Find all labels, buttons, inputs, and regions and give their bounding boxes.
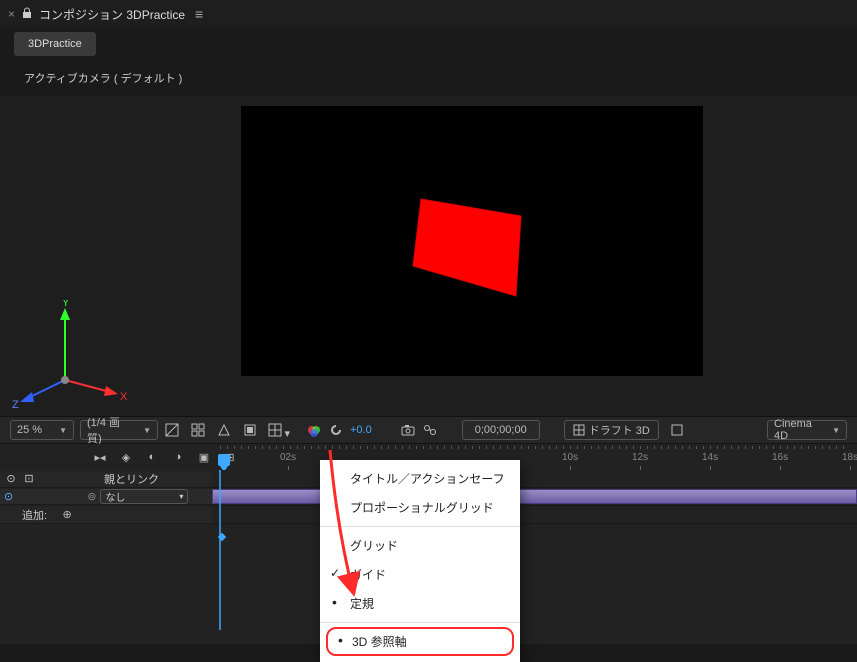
draft-3d-label: ドラフト 3D xyxy=(589,422,650,438)
shy-icon[interactable]: ▸◂ xyxy=(92,449,108,465)
time-tick: 12s xyxy=(632,452,648,463)
time-tick: 18s xyxy=(842,452,857,463)
view-option-icons: ▾ xyxy=(164,422,284,438)
red-3d-layer[interactable] xyxy=(411,196,541,306)
playhead-line[interactable] xyxy=(219,470,221,630)
alpha-icon[interactable] xyxy=(164,422,180,438)
menu-rulers[interactable]: 定規 xyxy=(320,589,520,618)
axis-y-label: Y xyxy=(62,300,70,309)
time-tick: 14s xyxy=(702,452,718,463)
lock-icon[interactable] xyxy=(21,7,33,22)
grid-overlay-menu: タイトル／アクションセーフ プロポーショナルグリッド グリッド ガイド 定規 3… xyxy=(320,460,520,662)
layer-row-left[interactable]: ⊙ ⊚ なし ▾ xyxy=(0,489,212,505)
av-icon[interactable]: ◈ xyxy=(118,449,134,465)
reset-exposure-icon[interactable] xyxy=(328,422,344,438)
add-plus-icon[interactable]: ⊕ xyxy=(59,507,75,523)
timecode-value: 0;00;00;00 xyxy=(475,424,527,436)
3d-icon[interactable]: ▣ xyxy=(196,449,212,465)
draft-3d-toggle[interactable]: ドラフト 3D xyxy=(564,420,659,440)
exposure-value[interactable]: +0.0 xyxy=(350,424,372,436)
viewport-toolbar: 25 % ▼ (1/4 画質) ▼ ▾ +0.0 0;00;00;00 ドラフト… xyxy=(0,416,857,444)
composition-stage[interactable] xyxy=(241,106,703,376)
quality-value: (1/4 画質) xyxy=(87,414,133,446)
menu-guides[interactable]: ガイド xyxy=(320,560,520,589)
quality-dropdown[interactable]: (1/4 画質) ▼ xyxy=(80,420,158,440)
renderer-value: Cinema 4D xyxy=(774,418,822,442)
viewport[interactable]: Y X Z xyxy=(0,96,857,416)
close-tab-icon[interactable]: × xyxy=(8,7,15,21)
panel-menu-icon[interactable]: ≡ xyxy=(195,6,203,22)
layer-clip[interactable] xyxy=(212,489,857,504)
comp-tab[interactable]: 3DPractice xyxy=(14,32,96,56)
add-label: 追加: xyxy=(22,507,47,523)
menu-grid[interactable]: グリッド xyxy=(320,531,520,560)
add-row-left: 追加: ⊕ xyxy=(0,507,212,524)
adj-icon[interactable]: ◑ xyxy=(170,449,186,465)
menu-proportional-grid[interactable]: プロポーショナルグリッド xyxy=(320,493,520,522)
panel-title: コンポジション 3DPractice xyxy=(39,6,185,23)
menu-separator-2 xyxy=(320,622,520,623)
renderer-dropdown[interactable]: Cinema 4D ▼ xyxy=(767,420,847,440)
menu-separator xyxy=(320,526,520,527)
menu-3d-ref-axis[interactable]: 3D 参照軸 xyxy=(326,627,514,656)
mb-icon[interactable]: ◐ xyxy=(144,449,160,465)
axis-gizmo-3d[interactable]: Y X Z xyxy=(10,300,130,410)
draft-settings-icon[interactable] xyxy=(669,422,685,438)
header-row-left: ⊙ ⊡ 親とリンク xyxy=(0,471,212,488)
tab-row: 3DPractice xyxy=(0,28,857,60)
panel-header: × コンポジション 3DPractice ≡ xyxy=(0,0,857,28)
show-snapshot-icon[interactable] xyxy=(422,422,438,438)
time-tick: 16s xyxy=(772,452,788,463)
time-tick: 02s xyxy=(280,452,296,463)
layer-clip-track[interactable] xyxy=(212,488,857,506)
zoom-value: 25 % xyxy=(17,424,42,436)
active-camera-label: アクティブカメラ ( デフォルト ) xyxy=(0,60,857,96)
add-row-track xyxy=(212,506,857,524)
timecode-display[interactable]: 0;00;00;00 xyxy=(462,420,540,440)
snapshot-icon[interactable] xyxy=(400,422,416,438)
grid-icon[interactable] xyxy=(190,422,206,438)
zoom-dropdown[interactable]: 25 % ▼ xyxy=(10,420,74,440)
parent-value: なし xyxy=(105,489,125,504)
roi-icon[interactable] xyxy=(242,422,258,438)
axis-z-label: Z xyxy=(12,399,19,410)
menu-title-safe[interactable]: タイトル／アクションセーフ xyxy=(320,464,520,493)
grid-overlay-dropdown-icon[interactable]: ▾ xyxy=(268,422,284,438)
header-row-track xyxy=(212,470,857,488)
parent-link-header: 親とリンク xyxy=(104,471,159,487)
channel-icon[interactable] xyxy=(306,422,322,438)
mask-icon[interactable] xyxy=(216,422,232,438)
time-tick: 10s xyxy=(562,452,578,463)
axis-x-label: X xyxy=(120,391,128,403)
time-ruler[interactable]: 02s 10s 12s 14s 16s 18s xyxy=(212,452,857,470)
parent-dropdown[interactable]: なし ▾ xyxy=(100,489,188,504)
